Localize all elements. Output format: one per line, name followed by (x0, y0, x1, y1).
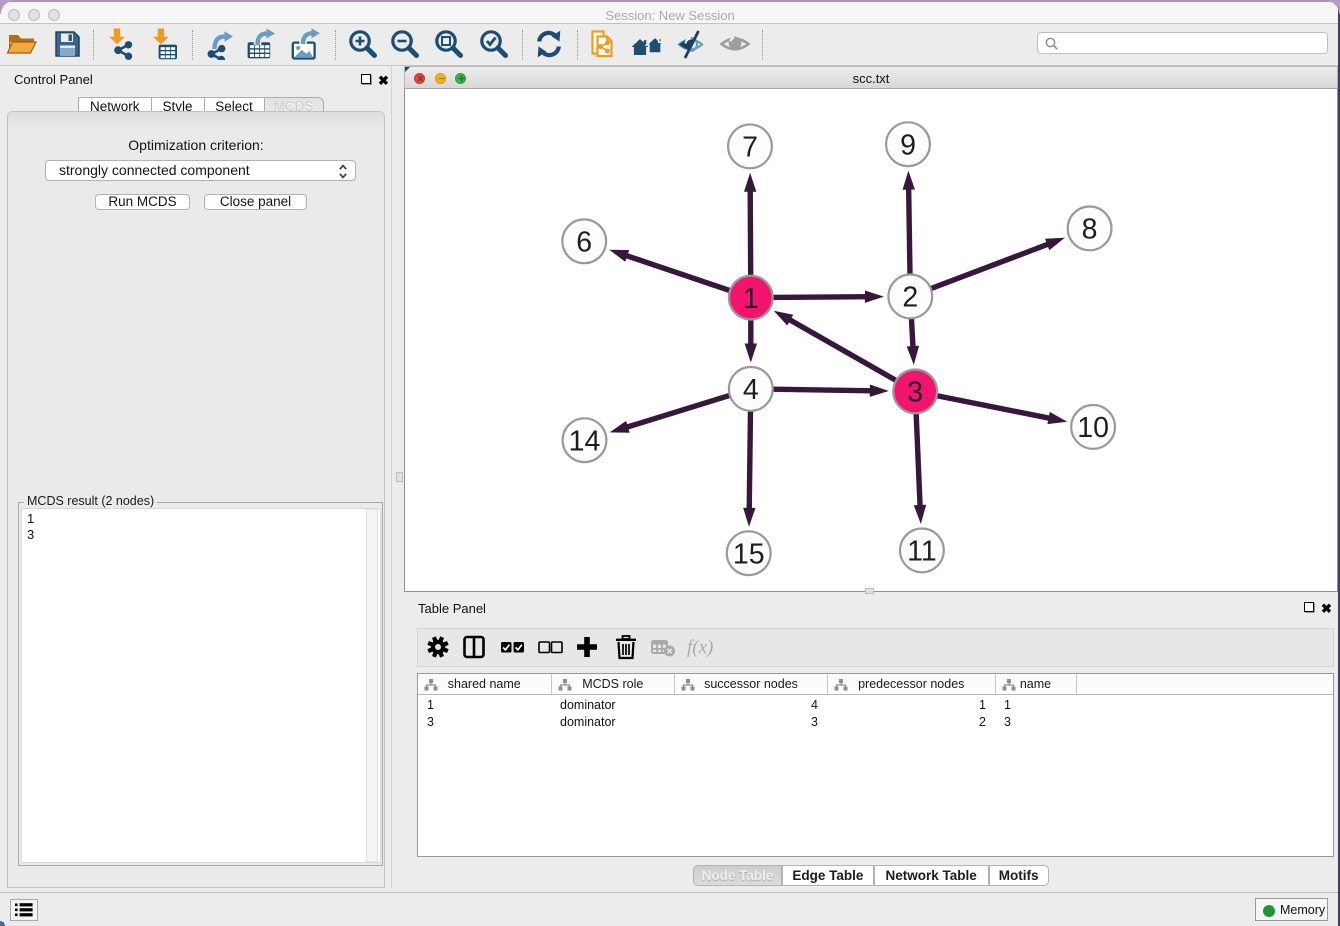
svg-text:1: 1 (743, 283, 759, 315)
svg-text:11: 11 (907, 536, 937, 568)
svg-text:15: 15 (733, 538, 765, 570)
svg-text:3: 3 (907, 377, 923, 409)
svg-text:f(x): f(x) (687, 637, 713, 658)
svg-text:7: 7 (742, 132, 758, 164)
svg-text:2: 2 (902, 282, 918, 314)
svg-text:9: 9 (900, 129, 916, 161)
svg-text:14: 14 (569, 425, 601, 457)
svg-text:10: 10 (1077, 412, 1109, 444)
svg-text:4: 4 (743, 374, 759, 406)
svg-text:8: 8 (1082, 214, 1098, 246)
svg-text:6: 6 (576, 227, 592, 259)
